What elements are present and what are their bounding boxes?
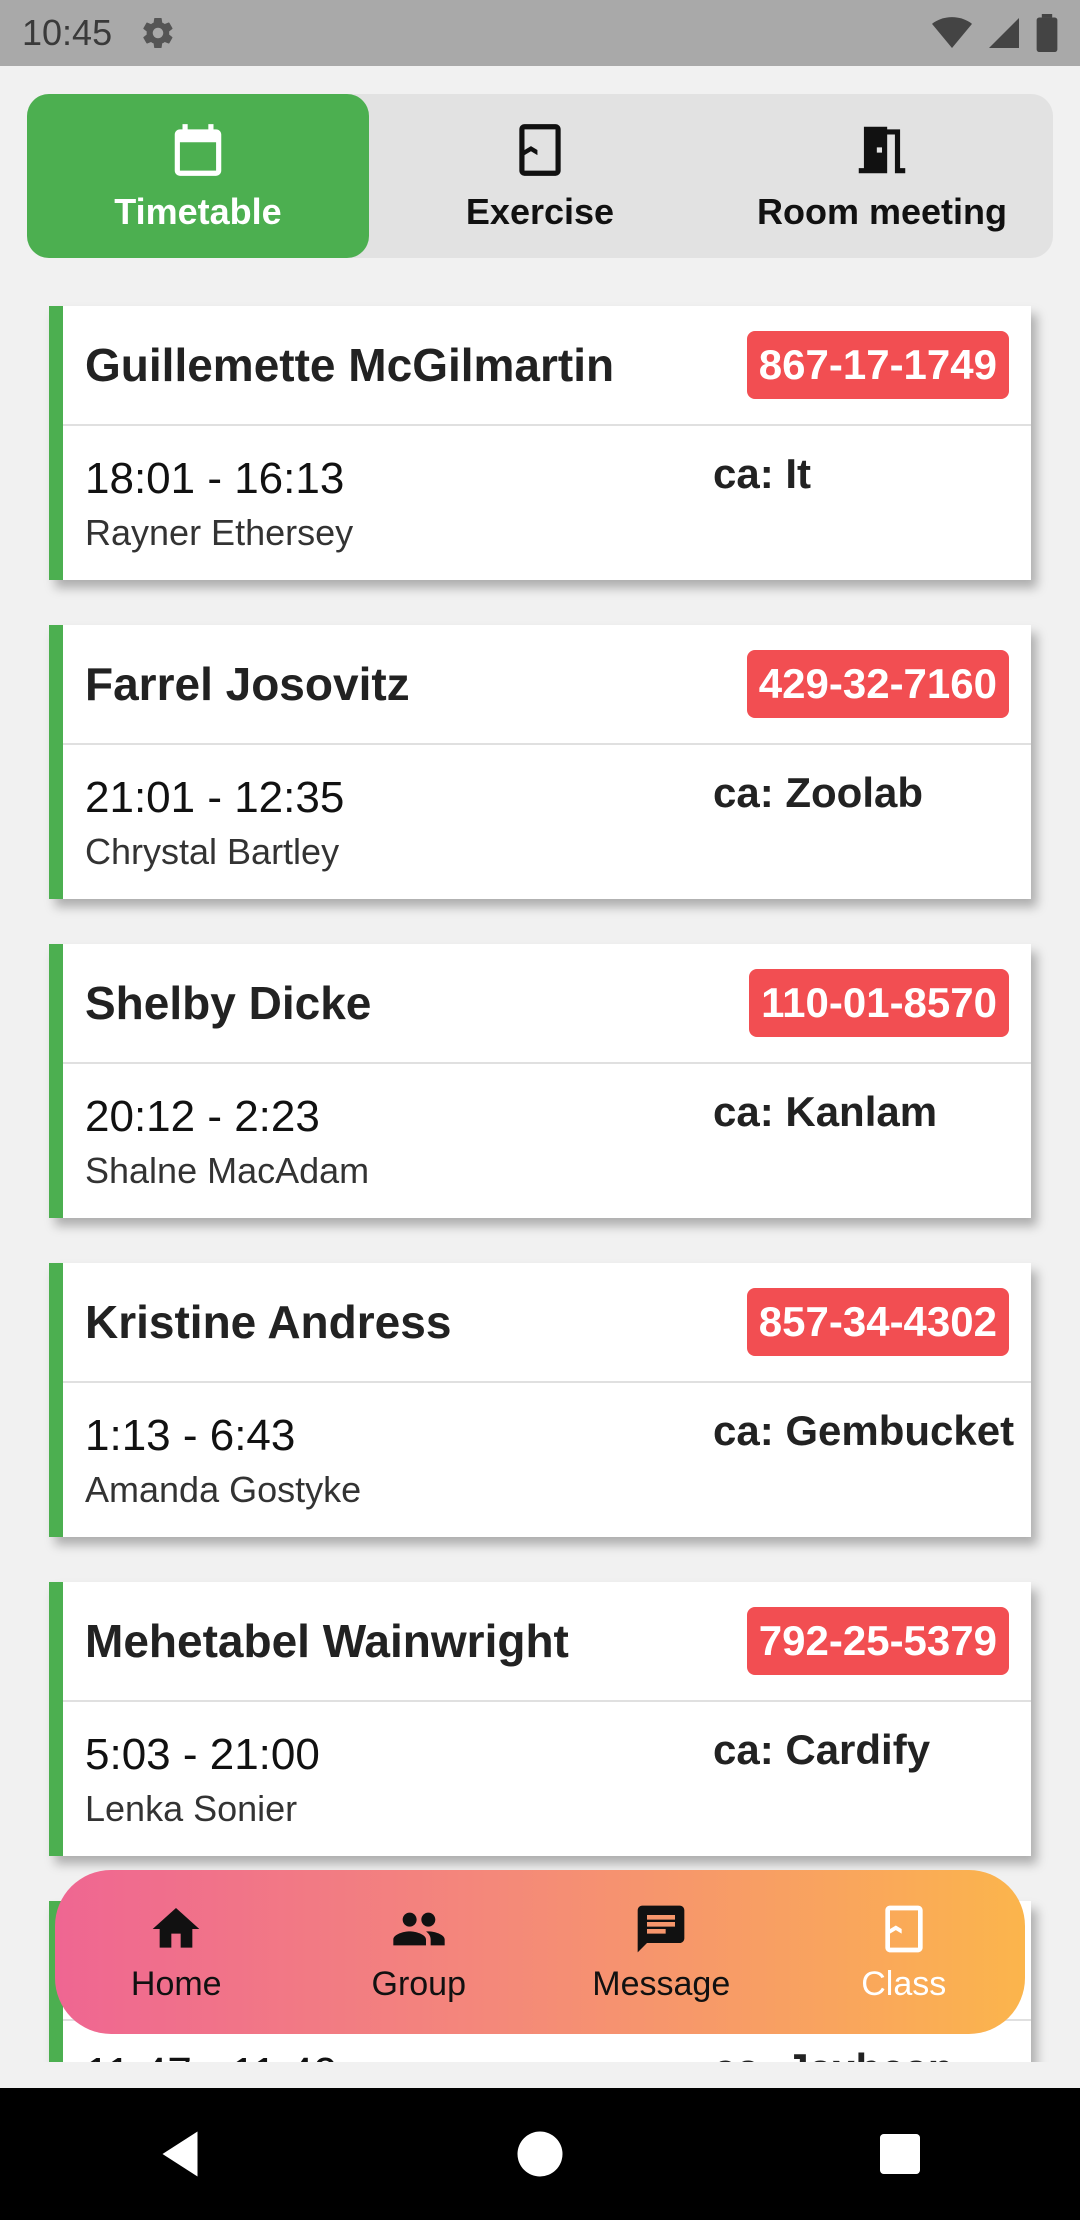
- card-time: 11:47 - 11:49: [85, 2049, 338, 2062]
- tab-timetable[interactable]: Timetable: [27, 94, 369, 258]
- card-body: 21:01 - 12:35 Chrystal Bartley ca: Zoola…: [63, 745, 1031, 897]
- signal-icon: [989, 18, 1019, 48]
- card-title: Shelby Dicke: [85, 977, 372, 1029]
- top-tab-bar: Timetable Exercise Room meeting: [27, 94, 1053, 258]
- card-ca: ca: Kanlam: [713, 1088, 938, 1135]
- card-ca: ca: Jaxbean: [713, 2045, 953, 2062]
- card-person: Lenka Sonier: [85, 1788, 298, 1829]
- timetable-card[interactable]: Farrel Josovitz 429-32-7160 21:01 - 12:3…: [49, 625, 1031, 899]
- card-ca: ca: Zoolab: [713, 769, 924, 816]
- battery-icon: [1036, 14, 1058, 52]
- card-person: Amanda Gostyke: [85, 1469, 362, 1510]
- card-time: 20:12 - 2:23: [85, 1092, 320, 1141]
- timetable-card[interactable]: Guillemette McGilmartin 867-17-1749 18:0…: [49, 306, 1031, 580]
- tab-label: Timetable: [114, 191, 282, 232]
- card-time: 5:03 - 21:00: [85, 1730, 320, 1779]
- home-circle-icon[interactable]: [510, 2124, 570, 2184]
- timetable-card[interactable]: Kristine Andress 857-34-4302 1:13 - 6:43…: [49, 1263, 1031, 1537]
- class-book-icon: [885, 1905, 923, 1952]
- nav-label: Message: [592, 1964, 731, 2003]
- card-id-badge: 429-32-7160: [746, 650, 1009, 718]
- card-ca: ca: It: [713, 450, 812, 497]
- card-body: 18:01 - 16:13 Rayner Ethersey ca: It: [63, 426, 1031, 578]
- calendar-icon: [174, 124, 222, 176]
- tab-exercise[interactable]: Exercise: [369, 94, 711, 258]
- tab-room-meeting[interactable]: Room meeting: [711, 94, 1053, 258]
- timetable-card[interactable]: Shelby Dicke 110-01-8570 20:12 - 2:23 Sh…: [49, 944, 1031, 1218]
- message-icon: [637, 1905, 685, 1952]
- timetable-list[interactable]: Guillemette McGilmartin 867-17-1749 18:0…: [27, 290, 1053, 2062]
- card-ca: ca: Cardify: [713, 1726, 931, 1773]
- status-time: 10:45: [22, 12, 113, 53]
- system-navigation-bar: [0, 2088, 1080, 2220]
- tab-label: Exercise: [465, 191, 615, 232]
- card-header: Farrel Josovitz 429-32-7160: [63, 625, 1031, 745]
- nav-message[interactable]: Message: [540, 1870, 783, 2034]
- card-header: Mehetabel Wainwright 792-25-5379: [63, 1582, 1031, 1702]
- status-bar: 10:45: [0, 0, 1080, 66]
- nav-group[interactable]: Group: [298, 1870, 541, 2034]
- group-icon: [393, 1912, 445, 1945]
- card-header: Guillemette McGilmartin 867-17-1749: [63, 306, 1031, 426]
- card-header: Kristine Andress 857-34-4302: [63, 1263, 1031, 1383]
- back-icon[interactable]: [150, 2124, 210, 2184]
- recents-square-icon[interactable]: [870, 2124, 930, 2184]
- wifi-icon: [932, 17, 972, 48]
- card-person: Chrystal Bartley: [85, 831, 340, 872]
- nav-home[interactable]: Home: [55, 1870, 298, 2034]
- settings-gear-icon: [143, 18, 173, 49]
- bottom-navigation: Home Group Message Class: [55, 1870, 1025, 2034]
- card-ca: ca: Gembucket: [713, 1407, 1015, 1454]
- card-body: 1:13 - 6:43 Amanda Gostyke ca: Gembucket: [63, 1383, 1031, 1535]
- card-id-badge: 857-34-4302: [746, 1288, 1009, 1356]
- card-title: Farrel Josovitz: [85, 658, 410, 710]
- card-time: 18:01 - 16:13: [85, 454, 345, 503]
- card-title: Kristine Andress: [85, 1296, 452, 1348]
- door-icon: [858, 126, 906, 174]
- card-person: Rayner Ethersey: [85, 512, 354, 553]
- card-id-badge: 792-25-5379: [746, 1607, 1009, 1675]
- card-header: Shelby Dicke 110-01-8570: [63, 944, 1031, 1064]
- book-icon: [519, 124, 561, 176]
- tab-label: Room meeting: [756, 191, 1007, 232]
- card-body: 5:03 - 21:00 Lenka Sonier ca: Cardify: [63, 1702, 1031, 1854]
- home-icon: [152, 1907, 200, 1948]
- card-time: 1:13 - 6:43: [85, 1411, 296, 1460]
- card-body: 20:12 - 2:23 Shalne MacAdam ca: Kanlam: [63, 1064, 1031, 1216]
- nav-label: Group: [371, 1964, 467, 2003]
- timetable-card[interactable]: Mehetabel Wainwright 792-25-5379 5:03 - …: [49, 1582, 1031, 1856]
- card-time: 21:01 - 12:35: [85, 773, 345, 822]
- nav-class[interactable]: Class: [783, 1870, 1026, 2034]
- nav-label: Home: [130, 1964, 222, 2003]
- card-title: Mehetabel Wainwright: [85, 1615, 569, 1667]
- nav-label: Class: [861, 1964, 947, 2003]
- card-person: Shalne MacAdam: [85, 1150, 370, 1191]
- card-id-badge: 867-17-1749: [746, 331, 1009, 399]
- card-title: Guillemette McGilmartin: [85, 339, 615, 391]
- card-id-badge: 110-01-8570: [749, 969, 1009, 1037]
